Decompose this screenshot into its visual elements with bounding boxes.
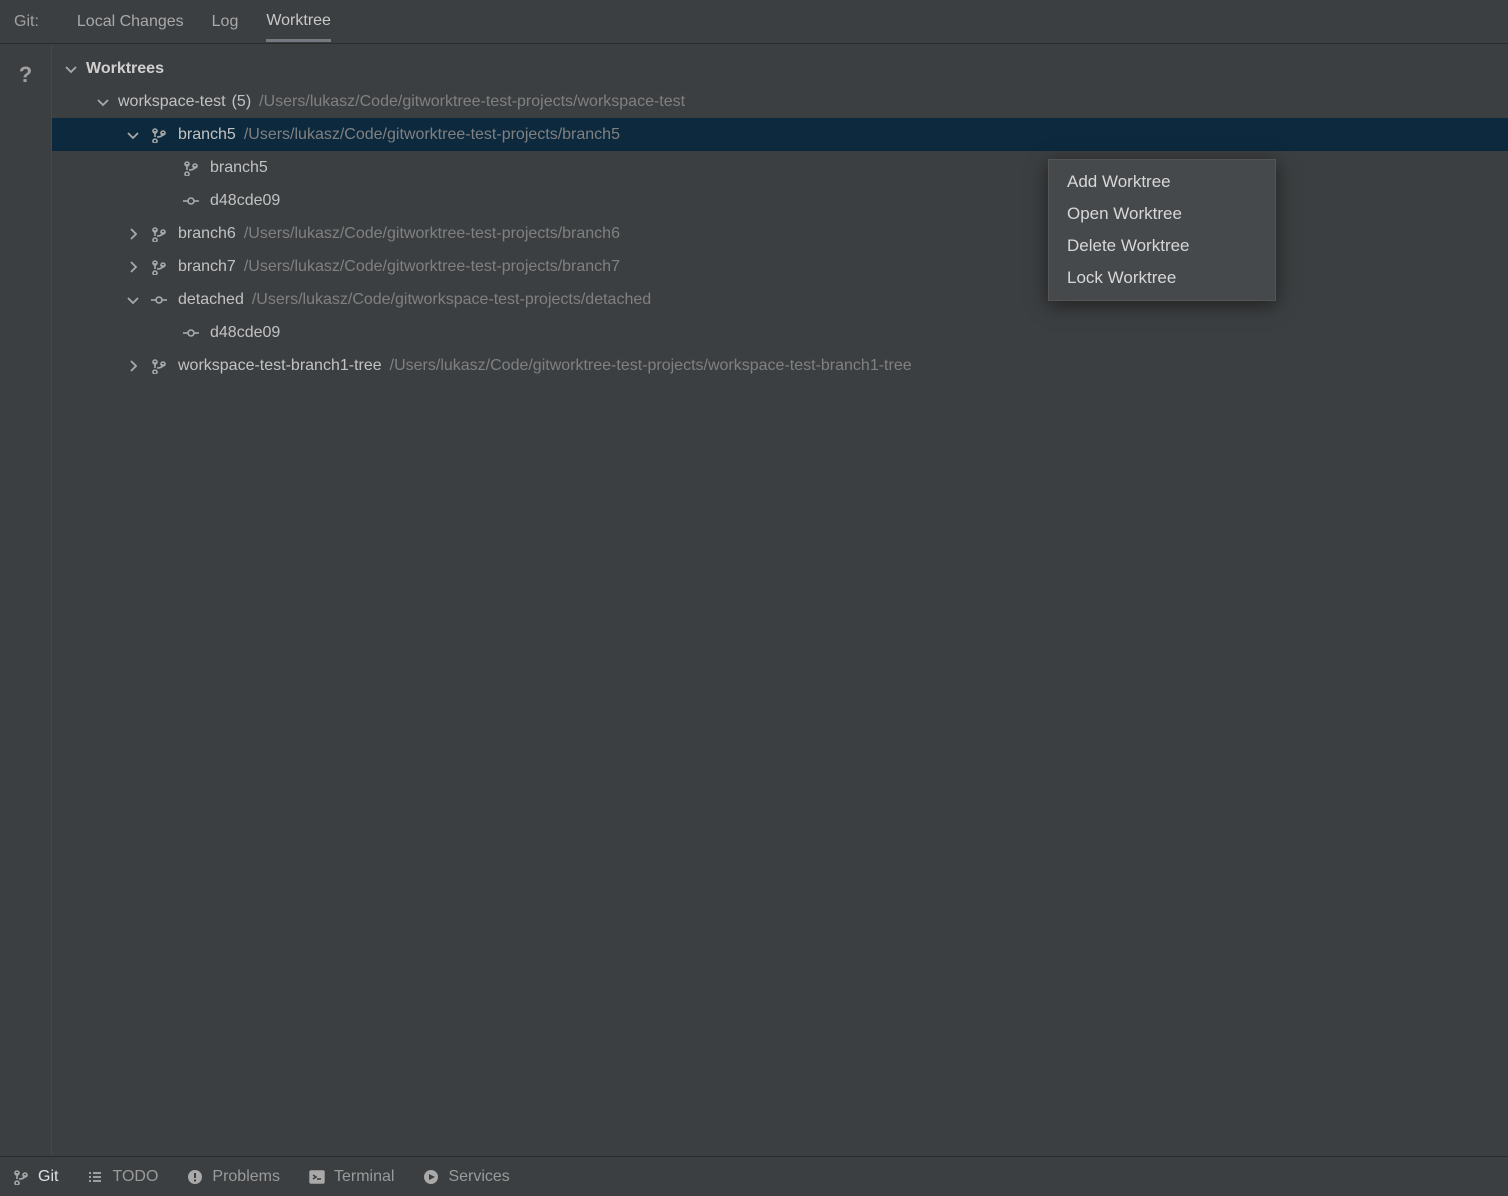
worktree-context-menu: Add Worktree Open Worktree Delete Worktr… [1048, 159, 1276, 301]
status-item-label: TODO [112, 1168, 158, 1186]
tree-node-path: /Users/lukasz/Code/gitworkspace-test-pro… [252, 291, 651, 309]
tree-root-label: Worktrees [86, 60, 164, 78]
status-item-terminal[interactable]: Terminal [308, 1168, 394, 1186]
tree-node-branch6[interactable]: branch6 /Users/lukasz/Code/gitworktree-t… [52, 217, 1508, 250]
git-label: Git: [14, 13, 49, 31]
list-icon [86, 1168, 104, 1186]
status-item-label: Problems [212, 1168, 280, 1186]
tree-node-path: /Users/lukasz/Code/gitworktree-test-proj… [244, 126, 620, 144]
play-icon [422, 1168, 440, 1186]
tree-node-name: detached [178, 291, 244, 309]
commit-icon [148, 292, 170, 308]
chevron-down-icon[interactable] [124, 126, 142, 144]
status-item-label: Git [38, 1168, 58, 1186]
worktree-tree: Worktrees workspace-test (5) /Users/luka… [52, 44, 1508, 1156]
branch-icon [148, 358, 170, 374]
tree-node-name: branch7 [178, 258, 236, 276]
branch-icon [148, 259, 170, 275]
tree-node-detached[interactable]: detached /Users/lukasz/Code/gitworkspace… [52, 283, 1508, 316]
tab-log[interactable]: Log [212, 3, 239, 40]
tree-node-name: branch5 [178, 126, 236, 144]
main-area: ? Worktrees workspace-test (5) /Users/lu… [0, 44, 1508, 1156]
tree-node-name: branch6 [178, 225, 236, 243]
tree-leaf-commit[interactable]: d48cde09 [52, 184, 1508, 217]
status-item-problems[interactable]: Problems [186, 1168, 280, 1186]
tree-node-count: (5) [232, 93, 252, 111]
tree-leaf-commit[interactable]: d48cde09 [52, 316, 1508, 349]
tree-node-name: workspace-test [118, 93, 226, 111]
commit-icon [180, 193, 202, 209]
tab-local-changes[interactable]: Local Changes [77, 3, 184, 40]
menu-item-delete-worktree[interactable]: Delete Worktree [1049, 230, 1275, 262]
tree-node-branch7[interactable]: branch7 /Users/lukasz/Code/gitworktree-t… [52, 250, 1508, 283]
status-item-services[interactable]: Services [422, 1168, 509, 1186]
tree-leaf-name: branch5 [210, 159, 268, 177]
branch-icon [180, 160, 202, 176]
tree-node-name: workspace-test-branch1-tree [178, 357, 382, 375]
git-tab-bar: Git: Local Changes Log Worktree [0, 0, 1508, 44]
chevron-right-icon[interactable] [124, 225, 142, 243]
tree-node-branch5[interactable]: branch5 /Users/lukasz/Code/gitworktree-t… [52, 118, 1508, 151]
tree-leaf-branch[interactable]: branch5 [52, 151, 1508, 184]
status-bar: Git TODO Problems Terminal Services [0, 1156, 1508, 1196]
help-icon[interactable]: ? [19, 62, 32, 88]
chevron-right-icon[interactable] [124, 357, 142, 375]
left-rail: ? [0, 44, 52, 1156]
chevron-right-icon[interactable] [124, 258, 142, 276]
menu-item-add-worktree[interactable]: Add Worktree [1049, 166, 1275, 198]
tree-node-workspace-test[interactable]: workspace-test (5) /Users/lukasz/Code/gi… [52, 85, 1508, 118]
menu-item-open-worktree[interactable]: Open Worktree [1049, 198, 1275, 230]
tree-node-path: /Users/lukasz/Code/gitworktree-test-proj… [259, 93, 685, 111]
branch-icon [148, 127, 170, 143]
tree-node-path: /Users/lukasz/Code/gitworktree-test-proj… [390, 357, 912, 375]
status-item-git[interactable]: Git [12, 1168, 58, 1186]
tab-worktree[interactable]: Worktree [266, 2, 331, 42]
chevron-down-icon[interactable] [124, 291, 142, 309]
status-item-label: Services [448, 1168, 509, 1186]
chevron-down-icon[interactable] [94, 93, 112, 111]
tree-node-path: /Users/lukasz/Code/gitworktree-test-proj… [244, 225, 620, 243]
status-item-label: Terminal [334, 1168, 394, 1186]
menu-item-lock-worktree[interactable]: Lock Worktree [1049, 262, 1275, 294]
tree-node-path: /Users/lukasz/Code/gitworktree-test-proj… [244, 258, 620, 276]
status-item-todo[interactable]: TODO [86, 1168, 158, 1186]
tree-leaf-name: d48cde09 [210, 192, 280, 210]
tree-root[interactable]: Worktrees [52, 52, 1508, 85]
chevron-down-icon[interactable] [62, 60, 80, 78]
terminal-icon [308, 1168, 326, 1186]
tree-leaf-name: d48cde09 [210, 324, 280, 342]
alert-icon [186, 1168, 204, 1186]
branch-icon [148, 226, 170, 242]
branch-icon [12, 1168, 30, 1186]
commit-icon [180, 325, 202, 341]
tree-node-workspace-test-branch1-tree[interactable]: workspace-test-branch1-tree /Users/lukas… [52, 349, 1508, 382]
